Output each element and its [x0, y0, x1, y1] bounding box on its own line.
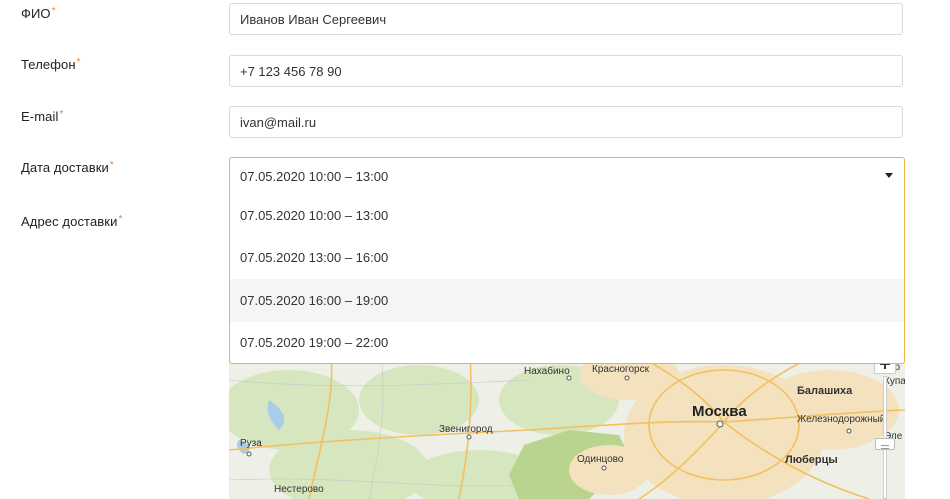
map-label-ruza: Руза: [240, 438, 262, 449]
zheleznodorozhny-marker: [846, 428, 852, 434]
delivery-date-label: Дата доставки*: [21, 160, 114, 175]
option-1[interactable]: 07.05.2020 10:00 – 13:00: [230, 194, 904, 237]
option-3[interactable]: 07.05.2020 16:00 – 19:00: [230, 279, 904, 322]
map-label-nesterovo: Нестерово: [274, 484, 324, 495]
fio-label: ФИО*: [21, 6, 56, 21]
delivery-date-selected[interactable]: 07.05.2020 10:00 – 13:00: [230, 158, 904, 194]
fio-input[interactable]: [230, 4, 902, 34]
map-zoom-control[interactable]: [874, 354, 896, 499]
chevron-down-icon[interactable]: [885, 173, 893, 178]
phone-input[interactable]: [230, 56, 902, 86]
delivery-date-options: 07.05.2020 10:00 – 13:00 07.05.2020 13:0…: [230, 194, 904, 364]
option-4[interactable]: 07.05.2020 19:00 – 22:00: [230, 322, 904, 365]
map-label-odintsovo: Одинцово: [577, 454, 624, 465]
ruza-marker: [246, 451, 252, 457]
required-mark: *: [109, 160, 114, 171]
map-label-zheleznodorozhny: Железнодорожный: [797, 414, 885, 425]
fio-field[interactable]: [229, 3, 903, 35]
email-input[interactable]: [230, 107, 902, 137]
phone-field[interactable]: [229, 55, 903, 87]
required-mark: *: [118, 214, 123, 225]
odintsovo-marker: [601, 465, 607, 471]
zoom-slider-handle[interactable]: [875, 438, 895, 450]
required-mark: *: [76, 57, 81, 68]
delivery-date-select[interactable]: 07.05.2020 10:00 – 13:00 07.05.2020 10:0…: [229, 157, 905, 364]
moskva-marker: [716, 420, 724, 428]
required-mark: *: [51, 6, 56, 17]
required-mark: *: [59, 109, 64, 120]
map-label-zvenigorod: Звенигород: [439, 424, 493, 435]
zvenigorod-marker: [466, 434, 472, 440]
phone-label: Телефон*: [21, 57, 81, 72]
map-label-lyubertsy: Люберцы: [785, 454, 838, 466]
selected-value: 07.05.2020 10:00 – 13:00: [240, 168, 389, 184]
email-label: E-mail*: [21, 109, 64, 124]
map-label-balashikha: Балашиха: [797, 385, 853, 397]
map-label-krasnogorsk: Красногорск: [592, 364, 650, 375]
krasnogorsk-marker: [624, 375, 630, 381]
delivery-address-label: Адрес доставки*: [21, 214, 123, 229]
option-2[interactable]: 07.05.2020 13:00 – 16:00: [230, 237, 904, 280]
email-field[interactable]: [229, 106, 903, 138]
map-label-moskva: Москва: [692, 403, 747, 420]
grip-icon: [881, 445, 889, 449]
map-label-nakhabino: Нахабино: [524, 365, 570, 377]
